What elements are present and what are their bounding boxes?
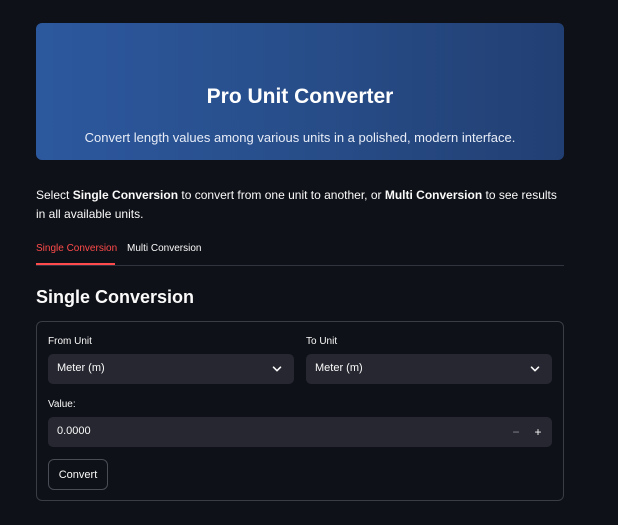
intro-bold-single: Single Conversion — [72, 188, 179, 202]
to-unit-label: To Unit — [306, 336, 338, 347]
from-unit-value: Meter (m) — [57, 362, 105, 374]
intro-text: Select Single Conversion to convert from… — [36, 186, 564, 224]
decrement-button[interactable]: − — [506, 422, 526, 442]
from-unit-label: From Unit — [48, 336, 92, 347]
app-title: Pro Unit Converter — [206, 85, 394, 108]
intro-text-part: to convert from one unit to another, or — [178, 188, 385, 202]
app-subtitle: Convert length values among various unit… — [84, 130, 516, 145]
conversion-form: From Unit Meter (m) To Unit Meter (m) Va… — [36, 321, 564, 501]
chevron-down-icon — [530, 366, 540, 372]
chevron-down-icon — [272, 366, 282, 372]
tab-bar: Single Conversion Multi Conversion — [36, 238, 564, 266]
value-label: Value: — [48, 399, 76, 410]
value-input-text[interactable]: 0.0000 — [57, 425, 91, 437]
increment-button[interactable]: + — [528, 422, 548, 442]
tab-multi-conversion[interactable]: Multi Conversion — [127, 243, 201, 254]
tab-single-conversion[interactable]: Single Conversion — [36, 243, 117, 254]
value-number-input[interactable]: 0.0000 − + — [48, 417, 552, 447]
intro-bold-multi: Multi Conversion — [384, 188, 483, 202]
to-unit-value: Meter (m) — [315, 362, 363, 374]
to-unit-select[interactable]: Meter (m) — [306, 354, 552, 384]
from-unit-select[interactable]: Meter (m) — [48, 354, 294, 384]
app-header-banner: Pro Unit Converter Convert length values… — [36, 23, 564, 160]
intro-text-part: Select — [36, 188, 73, 202]
convert-button[interactable]: Convert — [48, 459, 108, 490]
section-title: Single Conversion — [36, 287, 195, 307]
active-tab-indicator — [36, 263, 115, 265]
